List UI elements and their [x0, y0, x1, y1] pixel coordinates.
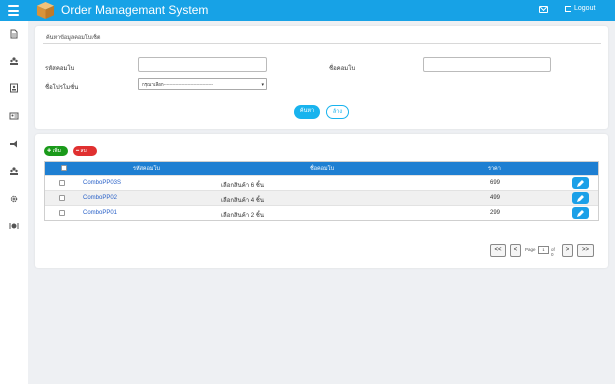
logout-icon [565, 5, 571, 12]
page-label: Page [525, 247, 536, 252]
row-checkbox[interactable] [59, 195, 65, 201]
table-row: ComboPP03S เลือกสินค้า 6 ชิ้น 699 [45, 175, 598, 190]
combo-code-link[interactable]: ComboPP03S [83, 180, 121, 186]
page-select-value: 1 [542, 247, 545, 252]
document-icon[interactable] [9, 29, 19, 39]
settings-icon[interactable] [9, 194, 19, 204]
dining-icon[interactable] [9, 221, 19, 231]
combo-name: เลือกสินค้า 4 ชิ้น [221, 198, 264, 204]
table-row: ComboPP01 เลือกสินค้า 2 ชิ้น 299 [45, 205, 598, 220]
sidebar [0, 21, 28, 384]
delete-button[interactable]: ━ ลบ [73, 146, 97, 156]
combo-price: 699 [490, 180, 501, 186]
column-header-price: ราคา [488, 166, 501, 172]
combo-code-link[interactable]: ComboPP02 [83, 195, 117, 201]
row-checkbox[interactable] [59, 210, 65, 216]
add-button-label: เพิ่ม [52, 148, 61, 154]
combo-price: 299 [490, 210, 501, 216]
table-header: รหัสคอมโบ ชื่อคอมโบ ราคา [45, 162, 598, 175]
combo-table: รหัสคอมโบ ชื่อคอมโบ ราคา ComboPP03S เลือ… [44, 161, 599, 221]
combo-name: เลือกสินค้า 2 ชิ้น [221, 213, 264, 219]
clear-button[interactable]: ล้าง [326, 105, 349, 119]
promotion-select-value: กรุณาเลือก------------------------------… [142, 82, 214, 87]
page-select[interactable]: 1 [538, 246, 549, 254]
search-panel-title: ค้นหาข้อมูลคอมโบเซ็ต [46, 35, 101, 41]
last-page-button[interactable]: >> [577, 244, 594, 257]
pencil-icon [577, 180, 584, 187]
select-all-checkbox[interactable] [61, 165, 67, 171]
combo-name-label: ชื่อคอมโบ [329, 66, 356, 72]
divider [43, 43, 601, 44]
combo-price: 499 [490, 195, 501, 201]
top-bar: Order Managemant System Logout [0, 0, 615, 21]
first-page-button[interactable]: << [490, 244, 506, 257]
combo-name-input[interactable] [423, 57, 551, 72]
table-row: ComboPP02 เลือกสินค้า 4 ชิ้น 499 [45, 190, 598, 205]
logout-link[interactable]: Logout [565, 5, 595, 12]
add-button[interactable]: ✚ เพิ่ม [44, 146, 68, 156]
logout-label: Logout [574, 5, 596, 12]
column-header-code: รหัสคอมโบ [133, 166, 160, 172]
users-icon[interactable] [9, 56, 19, 66]
mail-icon[interactable] [539, 6, 548, 13]
address-book-icon[interactable] [9, 83, 19, 93]
page-of-label: of 0 [551, 247, 555, 257]
combo-code-link[interactable]: ComboPP01 [83, 210, 117, 216]
combo-list-panel: ✚ เพิ่ม ━ ลบ รหัสคอมโบ ชื่อคอมโบ ราคา Co… [35, 134, 608, 268]
users-group-icon[interactable] [9, 166, 19, 176]
combo-code-label: รหัสคอมโบ [45, 66, 75, 72]
prev-page-button[interactable]: < [510, 244, 521, 257]
contact-card-icon[interactable] [9, 111, 19, 121]
search-panel: ค้นหาข้อมูลคอมโบเซ็ต รหัสคอมโบ ชื่อคอมโบ… [35, 26, 608, 129]
promotion-label: ชื่อโปรโมชั่น [45, 85, 79, 91]
pencil-icon [577, 210, 584, 217]
edit-button[interactable] [572, 207, 589, 219]
promotion-select[interactable]: กรุณาเลือก------------------------------… [138, 78, 267, 90]
row-checkbox[interactable] [59, 180, 65, 186]
box-logo-icon [36, 1, 55, 20]
dropdown-arrow-icon: ▾ [261, 82, 264, 88]
hamburger-menu-icon[interactable] [8, 5, 19, 16]
pencil-icon [577, 195, 584, 202]
next-page-button[interactable]: > [562, 244, 573, 257]
column-header-name: ชื่อคอมโบ [310, 166, 335, 172]
app-title: Order Managemant System [61, 3, 209, 17]
search-button[interactable]: ค้นหา [294, 105, 320, 119]
combo-code-input[interactable] [138, 57, 267, 72]
delete-button-label: ลบ [80, 148, 87, 154]
megaphone-icon[interactable] [9, 139, 19, 149]
edit-button[interactable] [572, 177, 589, 189]
combo-name: เลือกสินค้า 6 ชิ้น [221, 183, 264, 189]
edit-button[interactable] [572, 192, 589, 204]
